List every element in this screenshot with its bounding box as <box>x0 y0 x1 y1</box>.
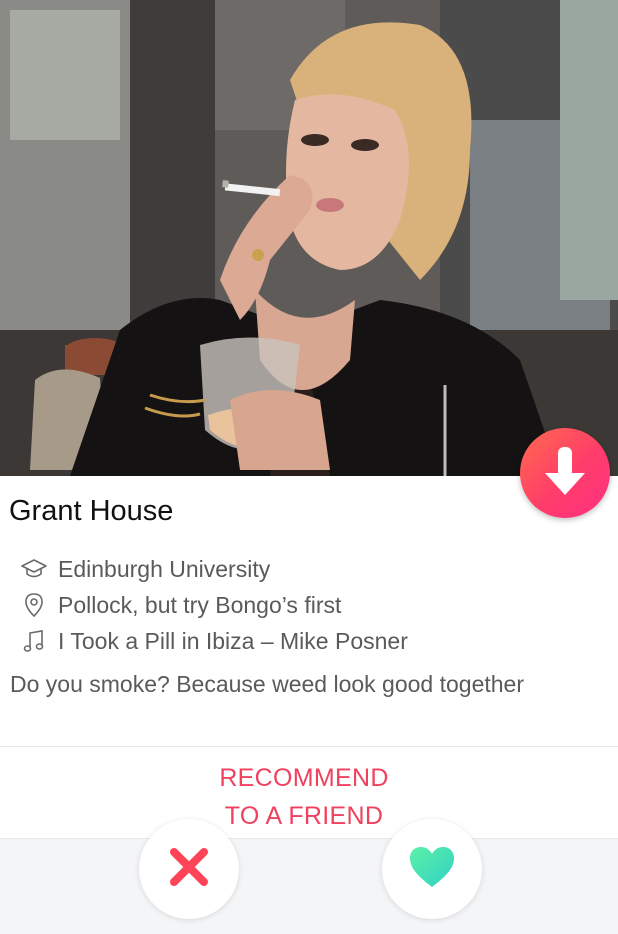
divider <box>0 746 618 747</box>
bottom-action-bar <box>0 838 618 934</box>
profile-photo-illustration <box>0 0 618 476</box>
anthem-row: I Took a Pill in Ibiza – Mike Posner <box>20 626 408 656</box>
location-pin-icon <box>20 591 48 619</box>
school-row: Edinburgh University <box>20 554 270 584</box>
recommend-line-2: TO A FRIEND <box>224 802 384 830</box>
recommend-line-1: RECOMMEND <box>219 764 389 792</box>
profile-bio: Do you smoke? Because weed look good tog… <box>10 671 524 697</box>
more-info-button[interactable] <box>520 428 610 518</box>
location-text: Pollock, but try Bongo’s first <box>58 591 342 618</box>
school-text: Edinburgh University <box>58 555 271 582</box>
heart-icon <box>408 845 456 894</box>
graduation-cap-icon <box>20 555 48 583</box>
nope-button[interactable] <box>139 819 239 919</box>
like-button[interactable] <box>382 819 482 919</box>
music-note-icon <box>20 627 48 655</box>
profile-name: Grant House <box>9 495 174 527</box>
location-row: Pollock, but try Bongo’s first <box>20 590 341 620</box>
profile-photo[interactable] <box>0 0 618 476</box>
recommend-to-friend-button[interactable]: RECOMMEND TO A FRIEND <box>0 759 608 835</box>
x-icon <box>168 846 210 893</box>
anthem-text: I Took a Pill in Ibiza – Mike Posner <box>58 627 408 654</box>
arrow-down-icon <box>543 443 587 504</box>
